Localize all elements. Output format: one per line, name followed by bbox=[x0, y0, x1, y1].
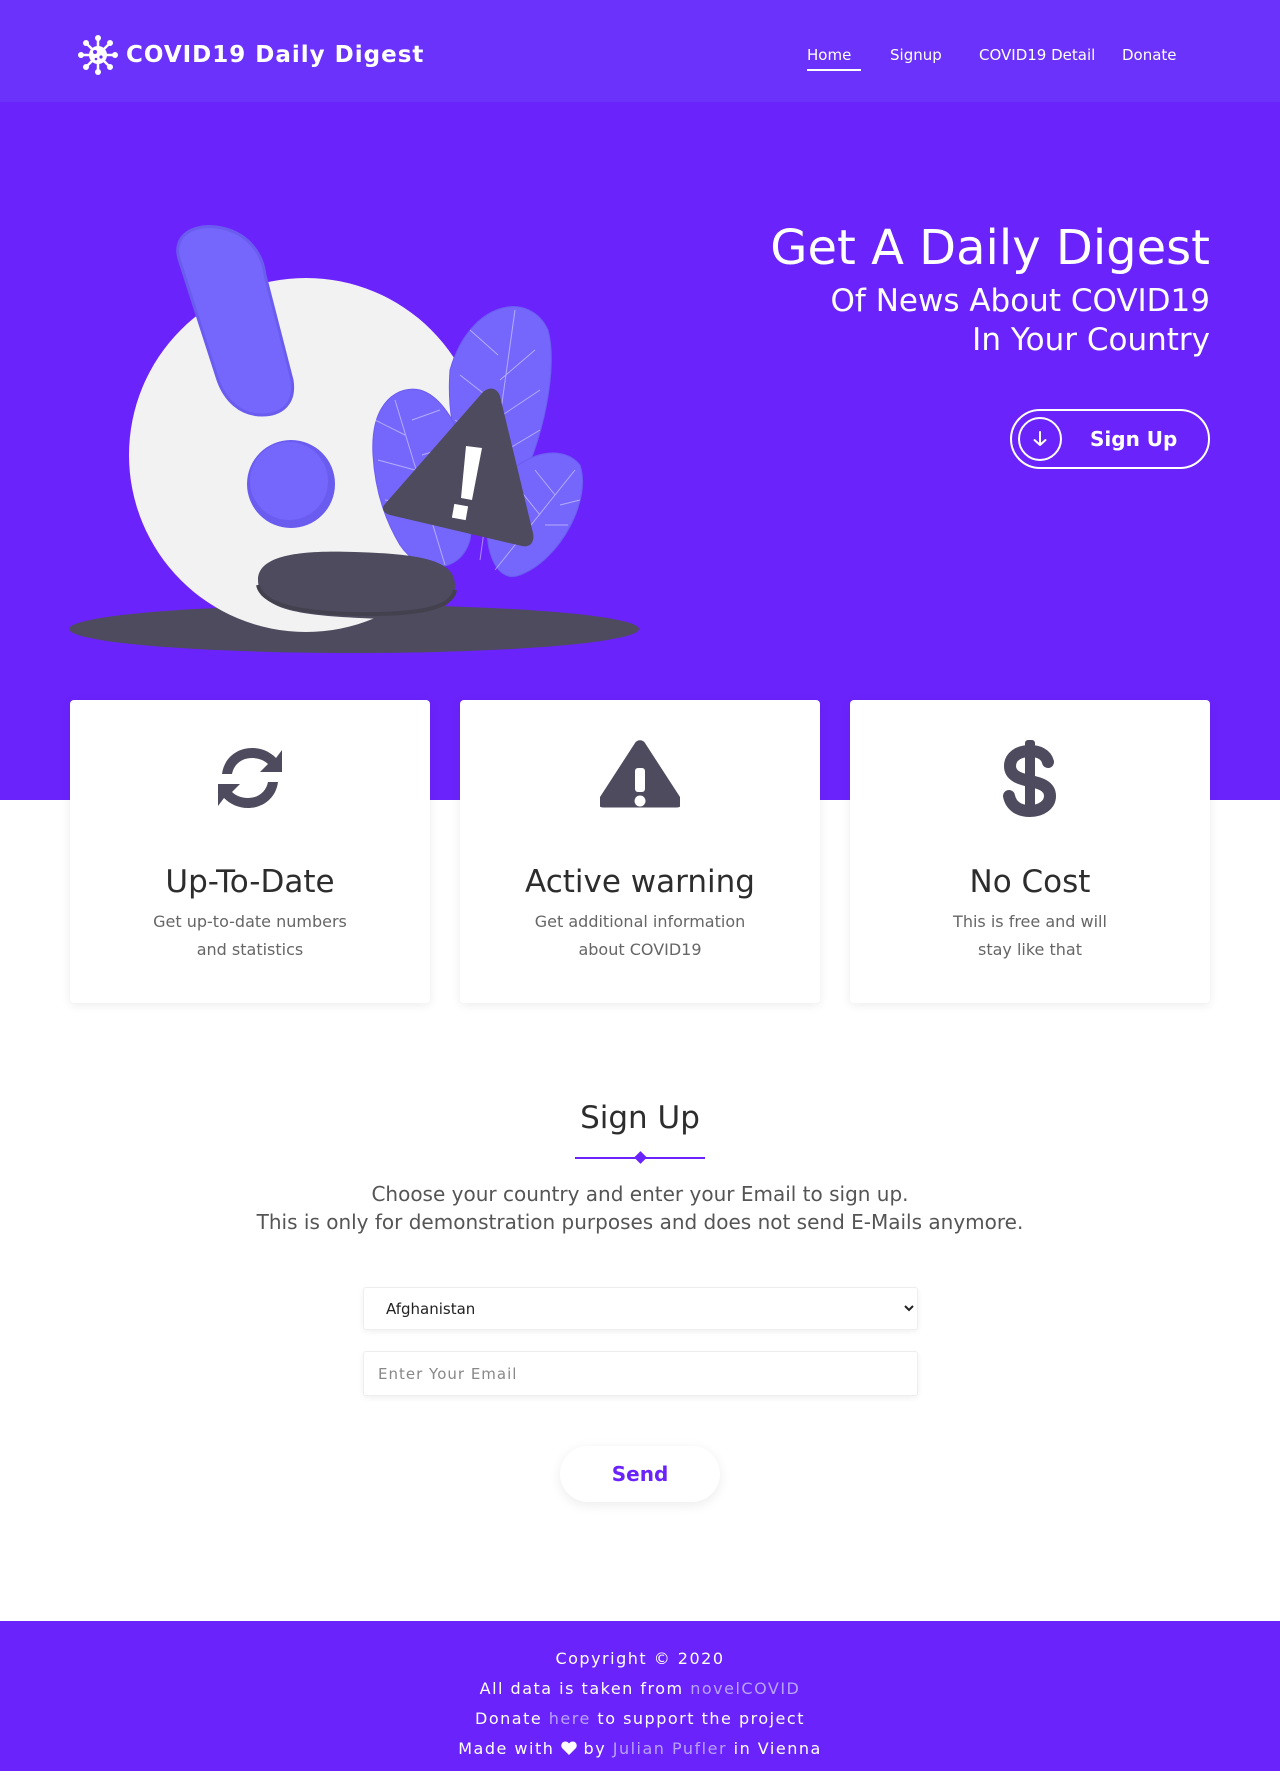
heart-icon bbox=[561, 1741, 577, 1755]
nav-link-signup[interactable]: Signup bbox=[890, 46, 942, 64]
arrow-down-icon bbox=[1018, 417, 1062, 461]
nav-link-covid19-detail[interactable]: COVID19 Detail bbox=[979, 46, 1095, 64]
footer-made-suffix: in Vienna bbox=[727, 1739, 822, 1758]
signup-description: Choose your country and enter your Email… bbox=[0, 1180, 1280, 1236]
country-select[interactable]: Afghanistan bbox=[363, 1287, 918, 1330]
nav-link-donate[interactable]: Donate bbox=[1122, 46, 1177, 64]
navbar: COVID19 Daily Digest Home Signup COVID19… bbox=[0, 0, 1280, 102]
hero-title: Get A Daily Digest bbox=[770, 220, 1210, 276]
feature-desc-line2: about COVID19 bbox=[578, 940, 702, 959]
feature-card-no-cost: No Cost This is free and will stay like … bbox=[850, 700, 1210, 1003]
dollar-icon bbox=[1003, 740, 1057, 818]
signup-title: Sign Up bbox=[580, 1100, 700, 1136]
hero-subtitle-line2: In Your Country bbox=[972, 322, 1210, 358]
signup-text-line2: This is only for demonstration purposes … bbox=[256, 1210, 1024, 1234]
feature-card-active-warning: Active warning Get additional informatio… bbox=[460, 700, 820, 1003]
feature-title: Up-To-Date bbox=[165, 864, 335, 900]
nav-links: Home Signup COVID19 Detail Donate bbox=[0, 46, 1280, 76]
hero-signup-label: Sign Up bbox=[1090, 427, 1178, 451]
feature-description: Get additional information about COVID19 bbox=[460, 908, 820, 964]
novelcovid-link[interactable]: novelCOVID bbox=[690, 1679, 800, 1698]
feature-card-up-to-date: Up-To-Date Get up-to-date numbers and st… bbox=[70, 700, 430, 1003]
feature-desc-line2: stay like that bbox=[978, 940, 1082, 959]
author-link[interactable]: Julian Pufler bbox=[613, 1739, 727, 1758]
signup-text-line1: Choose your country and enter your Email… bbox=[371, 1182, 909, 1206]
feature-description: Get up-to-date numbers and statistics bbox=[70, 908, 430, 964]
send-button[interactable]: Send bbox=[560, 1446, 720, 1502]
feature-title: No Cost bbox=[969, 864, 1091, 900]
warning-illustration bbox=[69, 225, 639, 653]
refresh-icon bbox=[218, 748, 282, 808]
donate-here-link[interactable]: here bbox=[549, 1709, 591, 1728]
feature-desc-line1: Get additional information bbox=[534, 912, 746, 931]
page: COVID19 Daily Digest Home Signup COVID19… bbox=[0, 0, 1280, 1771]
nav-link-home[interactable]: Home bbox=[807, 46, 862, 71]
hero-signup-button[interactable]: Sign Up bbox=[1010, 409, 1210, 469]
email-input[interactable] bbox=[363, 1351, 918, 1396]
footer-donate: Donate here to support the project bbox=[0, 1709, 1280, 1728]
footer-donate-prefix: Donate bbox=[475, 1709, 549, 1728]
feature-desc-line2: and statistics bbox=[196, 940, 304, 959]
footer-data-prefix: All data is taken from bbox=[479, 1679, 691, 1698]
hero-subtitle-line1: Of News About COVID19 bbox=[830, 283, 1210, 319]
feature-title: Active warning bbox=[525, 864, 755, 900]
footer-made-with: Made with by Julian Pufler in Vienna bbox=[0, 1739, 1280, 1758]
feature-desc-line1: This is free and will bbox=[953, 912, 1107, 931]
footer: Copyright © 2020 All data is taken from … bbox=[0, 1621, 1280, 1771]
feature-description: This is free and will stay like that bbox=[850, 908, 1210, 964]
footer-made-by: by bbox=[576, 1739, 613, 1758]
footer-data-source: All data is taken from novelCOVID bbox=[0, 1679, 1280, 1698]
footer-copyright: Copyright © 2020 bbox=[555, 1649, 725, 1668]
feature-desc-line1: Get up-to-date numbers bbox=[153, 912, 347, 931]
warning-icon bbox=[600, 740, 680, 808]
footer-made-prefix: Made with bbox=[458, 1739, 561, 1758]
footer-donate-suffix: to support the project bbox=[590, 1709, 805, 1728]
divider-diamond bbox=[634, 1151, 647, 1164]
